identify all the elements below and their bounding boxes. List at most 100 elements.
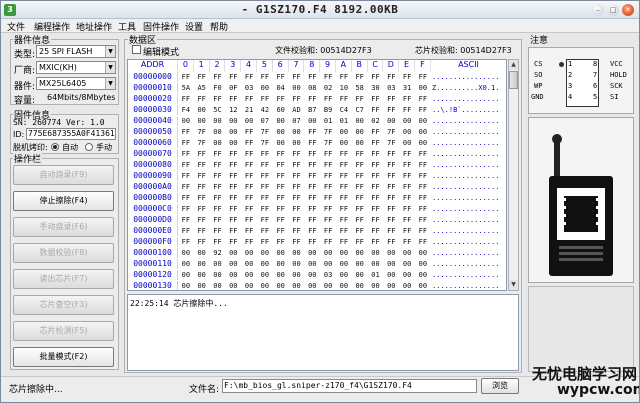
hex-byte-cell[interactable]: FF bbox=[352, 182, 368, 192]
hex-row[interactable]: 00000020 FF FF FF FF FF FF FF FF FF FF FF FF FF FF FF FF… bbox=[128, 94, 506, 104]
hex-byte-cell[interactable]: FF bbox=[383, 215, 399, 225]
hex-byte-cell[interactable]: FF bbox=[383, 72, 399, 82]
hex-byte-cell[interactable]: FF bbox=[194, 149, 210, 159]
hex-byte-cell[interactable]: 7F bbox=[194, 138, 210, 148]
hex-byte-cell[interactable]: FF bbox=[225, 204, 241, 214]
menu-firmware[interactable]: 固件操作 bbox=[143, 20, 179, 33]
hex-byte-cell[interactable]: FF bbox=[225, 182, 241, 192]
hex-byte-cell[interactable]: FF bbox=[352, 94, 368, 104]
hex-byte-cell[interactable]: C7 bbox=[352, 105, 368, 115]
hex-byte-cell[interactable]: 00 bbox=[399, 116, 415, 126]
hex-byte-cell[interactable]: FF bbox=[178, 226, 194, 236]
hex-byte-cell[interactable]: 00 bbox=[241, 248, 257, 258]
hex-byte-cell[interactable]: 00 bbox=[210, 281, 226, 290]
hex-byte-cell[interactable]: 00 bbox=[415, 138, 431, 148]
hex-byte-cell[interactable]: FF bbox=[178, 204, 194, 214]
hex-byte-cell[interactable]: FF bbox=[304, 193, 320, 203]
edit-mode-checkbox[interactable] bbox=[132, 45, 141, 54]
hex-byte-cell[interactable]: FF bbox=[320, 182, 336, 192]
hex-byte-cell[interactable]: FF bbox=[383, 226, 399, 236]
hex-byte-cell[interactable]: FF bbox=[178, 182, 194, 192]
hex-byte-cell[interactable]: B9 bbox=[320, 105, 336, 115]
hex-byte-cell[interactable]: FF bbox=[178, 127, 194, 137]
batch-mode-button[interactable]: 批量模式(F2) bbox=[13, 347, 114, 367]
read-chip-button[interactable]: 读出芯片(F7) bbox=[13, 269, 114, 289]
type-select[interactable]: 25 SPI FLASH ▼ bbox=[36, 45, 116, 58]
hex-byte-cell[interactable]: FF bbox=[352, 171, 368, 181]
hex-byte-cell[interactable]: FF bbox=[178, 237, 194, 247]
hex-byte-cell[interactable]: 00 bbox=[225, 116, 241, 126]
hex-grid[interactable]: ADDR 0 1 2 3 4 5 6 7 8 9 A B C D E F ASCII 00000000 FF FF FF F… bbox=[127, 59, 507, 291]
hex-byte-cell[interactable]: FF bbox=[368, 171, 384, 181]
hex-byte-cell[interactable]: FF bbox=[273, 215, 289, 225]
hex-byte-cell[interactable]: FF bbox=[178, 193, 194, 203]
hex-byte-cell[interactable]: 00 bbox=[415, 281, 431, 290]
hex-byte-cell[interactable]: FF bbox=[241, 193, 257, 203]
hex-byte-cell[interactable]: 00 bbox=[273, 116, 289, 126]
hex-byte-cell[interactable]: 00 bbox=[289, 248, 305, 258]
hex-byte-cell[interactable]: FF bbox=[178, 138, 194, 148]
hex-byte-cell[interactable]: 00 bbox=[225, 127, 241, 137]
hex-byte-cell[interactable]: FF bbox=[336, 215, 352, 225]
hex-byte-cell[interactable]: 00 bbox=[241, 281, 257, 290]
hex-byte-cell[interactable]: FF bbox=[194, 94, 210, 104]
blank-check-button[interactable]: 芯片查空(F3) bbox=[13, 295, 114, 315]
hex-byte-cell[interactable]: FF bbox=[383, 171, 399, 181]
hex-byte-cell[interactable]: FF bbox=[399, 182, 415, 192]
hex-byte-cell[interactable]: FF bbox=[352, 193, 368, 203]
menu-address[interactable]: 地址操作 bbox=[76, 20, 112, 33]
hex-byte-cell[interactable]: 0F bbox=[225, 83, 241, 93]
hex-byte-cell[interactable]: FF bbox=[178, 215, 194, 225]
scroll-thumb[interactable] bbox=[509, 71, 518, 89]
hex-byte-cell[interactable]: FF bbox=[399, 193, 415, 203]
hex-byte-cell[interactable]: FF bbox=[352, 72, 368, 82]
hex-byte-cell[interactable]: FF bbox=[210, 160, 226, 170]
hex-byte-cell[interactable]: FF bbox=[225, 72, 241, 82]
hex-byte-cell[interactable]: 03 bbox=[241, 83, 257, 93]
hex-byte-cell[interactable]: FF bbox=[352, 215, 368, 225]
hex-byte-cell[interactable]: FF bbox=[273, 72, 289, 82]
hex-byte-cell[interactable]: FF bbox=[368, 160, 384, 170]
hex-byte-cell[interactable]: 00 bbox=[210, 116, 226, 126]
hex-byte-cell[interactable]: FF bbox=[368, 127, 384, 137]
hex-byte-cell[interactable]: FF bbox=[399, 171, 415, 181]
hex-byte-cell[interactable]: FF bbox=[241, 237, 257, 247]
hex-byte-cell[interactable]: 00 bbox=[273, 281, 289, 290]
detect-chip-button[interactable]: 芯片检测(F5) bbox=[13, 321, 114, 341]
hex-byte-cell[interactable]: FF bbox=[225, 171, 241, 181]
hex-byte-cell[interactable]: FF bbox=[415, 94, 431, 104]
hex-byte-cell[interactable]: FF bbox=[225, 149, 241, 159]
hex-byte-cell[interactable]: FF bbox=[273, 182, 289, 192]
hex-byte-cell[interactable]: F0 bbox=[210, 83, 226, 93]
hex-byte-cell[interactable]: FF bbox=[304, 237, 320, 247]
hex-row[interactable]: 000000F0 FF FF FF FF FF FF FF FF FF FF FF FF FF FF FF FF… bbox=[128, 237, 506, 247]
hex-byte-cell[interactable]: 00 bbox=[352, 248, 368, 258]
hex-byte-cell[interactable]: FF bbox=[241, 215, 257, 225]
hex-byte-cell[interactable]: FF bbox=[415, 226, 431, 236]
hex-byte-cell[interactable]: FF bbox=[415, 193, 431, 203]
hex-byte-cell[interactable]: 00 bbox=[304, 270, 320, 280]
hex-byte-cell[interactable]: FF bbox=[194, 237, 210, 247]
hex-byte-cell[interactable]: 00 bbox=[178, 248, 194, 258]
hex-byte-cell[interactable]: 00 bbox=[257, 248, 273, 258]
hex-row[interactable]: 000000D0 FF FF FF FF FF FF FF FF FF FF FF FF FF FF FF FF… bbox=[128, 215, 506, 225]
hex-byte-cell[interactable]: 00 bbox=[241, 270, 257, 280]
hex-byte-cell[interactable]: 00 bbox=[352, 116, 368, 126]
hex-byte-cell[interactable]: FF bbox=[210, 149, 226, 159]
hex-byte-cell[interactable]: FF bbox=[336, 182, 352, 192]
hex-byte-cell[interactable]: 03 bbox=[320, 270, 336, 280]
hex-byte-cell[interactable]: 00 bbox=[225, 270, 241, 280]
hex-byte-cell[interactable]: FF bbox=[178, 72, 194, 82]
hex-row[interactable]: 000000A0 FF FF FF FF FF FF FF FF FF FF FF FF FF FF FF FF… bbox=[128, 182, 506, 192]
hex-byte-cell[interactable]: FF bbox=[210, 204, 226, 214]
hex-byte-cell[interactable]: FF bbox=[368, 138, 384, 148]
hex-byte-cell[interactable]: 30 bbox=[368, 83, 384, 93]
hex-byte-cell[interactable]: FF bbox=[320, 237, 336, 247]
hex-byte-cell[interactable]: 00 bbox=[415, 259, 431, 269]
hex-byte-cell[interactable]: FF bbox=[241, 182, 257, 192]
hex-byte-cell[interactable]: 5A bbox=[178, 83, 194, 93]
hex-byte-cell[interactable]: FF bbox=[399, 94, 415, 104]
hex-byte-cell[interactable]: 07 bbox=[257, 116, 273, 126]
hex-byte-cell[interactable]: FF bbox=[241, 226, 257, 236]
hex-byte-cell[interactable]: FF bbox=[352, 237, 368, 247]
